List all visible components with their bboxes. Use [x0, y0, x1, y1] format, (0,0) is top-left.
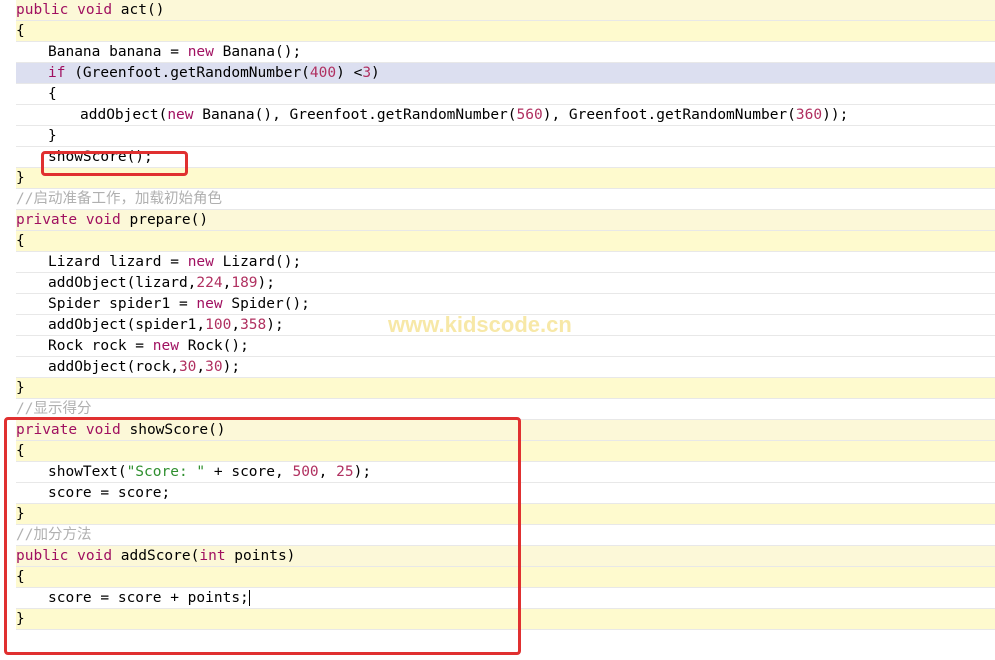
code-editor: public void act() { Banana banana = new …: [0, 0, 995, 630]
code-line: }: [16, 504, 995, 525]
code-comment: //显示得分: [16, 399, 995, 420]
code-line: Lizard lizard = new Lizard();: [16, 252, 995, 273]
code-line: }: [16, 378, 995, 399]
code-line: }: [16, 126, 995, 147]
code-line: private void showScore(): [16, 420, 995, 441]
code-line: }: [16, 609, 995, 630]
code-line: {: [16, 567, 995, 588]
code-line: Rock rock = new Rock();: [16, 336, 995, 357]
code-line: addObject(spider1,100,358);: [16, 315, 995, 336]
code-line: addObject(rock,30,30);: [16, 357, 995, 378]
code-line: {: [16, 21, 995, 42]
cursor-icon: [249, 590, 250, 606]
code-line: showScore();: [16, 147, 995, 168]
code-line: private void prepare(): [16, 210, 995, 231]
code-comment: //加分方法: [16, 525, 995, 546]
code-line: Banana banana = new Banana();: [16, 42, 995, 63]
code-line: }: [16, 168, 995, 189]
code-line: {: [16, 231, 995, 252]
code-line: Spider spider1 = new Spider();: [16, 294, 995, 315]
code-line: public void addScore(int points): [16, 546, 995, 567]
code-line: {: [16, 84, 995, 105]
code-line: {: [16, 441, 995, 462]
code-line: public void act(): [16, 0, 995, 21]
code-line: showText("Score: " + score, 500, 25);: [16, 462, 995, 483]
code-line: if (Greenfoot.getRandomNumber(400) <3): [16, 63, 995, 84]
code-line: addObject(new Banana(), Greenfoot.getRan…: [16, 105, 995, 126]
code-line: score = score;: [16, 483, 995, 504]
code-line: score = score + points;: [16, 588, 995, 609]
code-line: addObject(lizard,224,189);: [16, 273, 995, 294]
code-comment: //启动准备工作，加载初始角色: [16, 189, 995, 210]
